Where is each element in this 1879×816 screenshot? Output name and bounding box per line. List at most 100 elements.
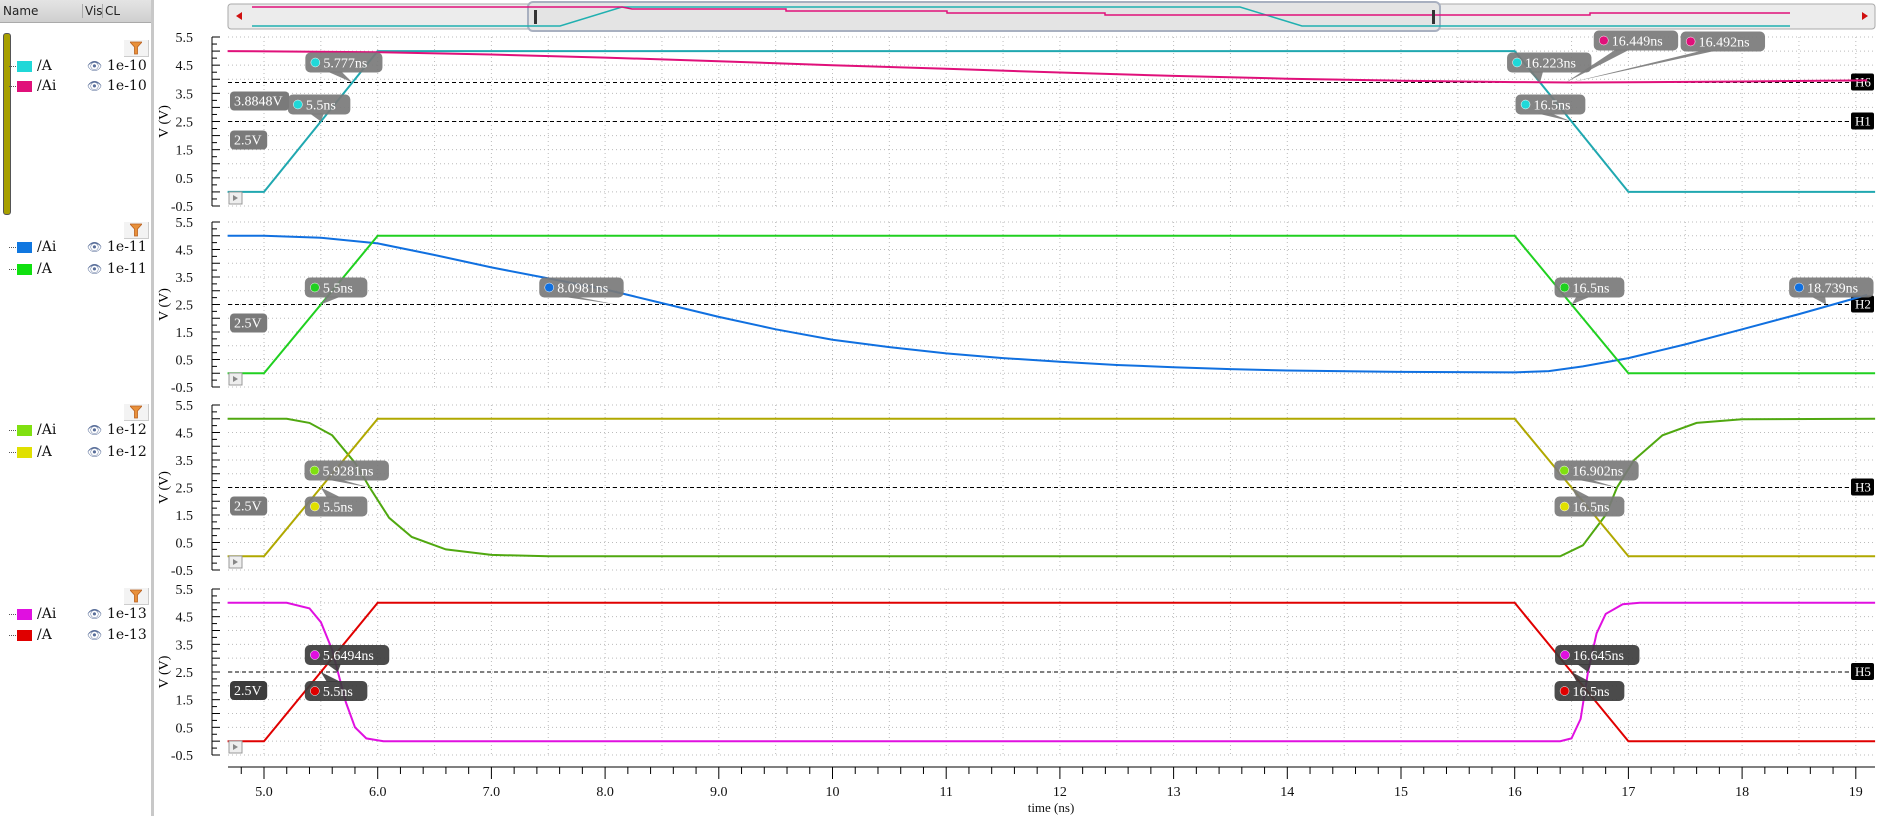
point-marker-bubble[interactable]: 5.5ns [304, 672, 368, 701]
x-tick-label: 18 [1735, 785, 1749, 800]
marker-value-label: 2.5V [230, 496, 268, 516]
marker-value-text: 3.8848V [234, 94, 283, 109]
point-marker-bubble[interactable]: 5.9281ns [304, 460, 389, 488]
point-marker-bubble[interactable]: 8.0981ns [539, 277, 624, 305]
strip-expand-button[interactable] [228, 372, 243, 386]
marker-tag-label: H3 [1855, 480, 1871, 495]
marker-tag-H3[interactable]: H3 [1851, 478, 1874, 496]
point-marker-bubble[interactable]: 5.5ns [304, 487, 368, 517]
marker-label: 16.902ns [1572, 465, 1623, 480]
marker-dot-icon [1559, 282, 1570, 293]
y-tick-label: -0.5 [171, 200, 193, 215]
y-tick-label: 0.5 [176, 537, 194, 552]
bubble-pointer [1529, 71, 1544, 83]
marker-tag-label: H2 [1855, 297, 1871, 312]
marker-label: 16.5ns [1573, 685, 1610, 700]
point-marker-bubble[interactable]: 5.5ns [287, 94, 351, 122]
marker-dot-icon [1559, 686, 1570, 696]
marker-label: 16.5ns [1573, 282, 1610, 297]
y-tick-label: 5.5 [176, 31, 194, 46]
marker-tag-H1[interactable]: H1 [1851, 112, 1874, 130]
waveform-strip-1[interactable]: 5.5 4.5 3.5 2.5 1.5 0.5 -0.5 V (V) H6 3.8848V H1 2.… [157, 30, 1876, 215]
marker-label: 5.5ns [306, 99, 336, 114]
marker-label: 5.5ns [323, 685, 353, 700]
x-tick-label: 15 [1394, 785, 1408, 800]
marker-dot-icon [1559, 501, 1570, 512]
marker-dot-icon [1520, 99, 1531, 110]
x-tick-label: 13 [1167, 785, 1181, 800]
waveform-plot[interactable]: 5.5 4.5 3.5 2.5 1.5 0.5 -0.5 V (V) H6 3.8848V H1 2.… [0, 0, 1879, 816]
marker-tag-label: H1 [1855, 114, 1871, 129]
x-tick-label: 7.0 [483, 785, 501, 800]
bubble-pointer [1571, 487, 1591, 498]
bubble-pointer [1571, 296, 1591, 305]
y-tick-label: 3.5 [176, 454, 194, 469]
marker-value-label: 3.8848V [230, 91, 290, 111]
y-axis-label: V (V) [157, 471, 172, 504]
marker-value-text: 2.5V [234, 684, 262, 699]
point-marker-bubble[interactable]: 5.777ns [305, 52, 383, 83]
marker-value-label: 2.5V [230, 130, 268, 150]
point-marker-bubble[interactable]: 5.6494ns [304, 645, 390, 672]
x-tick-label: 6.0 [369, 785, 387, 800]
point-marker-bubble[interactable]: 16.5ns [1515, 94, 1586, 122]
marker-tag-label: H5 [1855, 664, 1871, 679]
y-tick-label: 1.5 [176, 509, 194, 524]
strip-expand-button[interactable] [228, 555, 243, 569]
marker-dot-icon [293, 99, 303, 110]
y-tick-label: 1.5 [176, 326, 194, 341]
point-marker-bubble[interactable]: 16.223ns [1507, 52, 1592, 83]
y-tick-label: 0.5 [176, 721, 194, 736]
point-marker-bubble[interactable]: 16.5ns [1554, 672, 1625, 701]
overview-scrollbar[interactable] [227, 1, 1876, 32]
bubble-pointer [320, 296, 341, 305]
y-tick-label: -0.5 [171, 564, 193, 579]
viewport-right-handle[interactable] [1432, 10, 1435, 24]
marker-dot-icon [1560, 650, 1570, 660]
marker-dot-icon [310, 282, 320, 293]
marker-tag-H5[interactable]: H5 [1851, 663, 1874, 680]
strip-expand-button[interactable] [228, 740, 243, 754]
bubble-pointer [561, 296, 617, 305]
marker-value-text: 2.5V [234, 134, 262, 149]
y-tick-label: -0.5 [171, 381, 193, 396]
y-tick-label: 3.5 [176, 638, 194, 653]
y-tick-label: 2.5 [176, 482, 194, 497]
marker-label: 5.9281ns [323, 465, 374, 480]
marker-value-text: 2.5V [234, 500, 262, 515]
marker-value-text: 2.5V [234, 317, 262, 332]
point-marker-bubble[interactable]: 5.5ns [304, 277, 368, 305]
marker-label: 18.739ns [1807, 282, 1858, 297]
point-marker-bubble[interactable]: 16.5ns [1554, 487, 1625, 517]
waveform-strip-2[interactable]: 5.5 4.5 3.5 2.5 1.5 0.5 -0.5 V (V) H2 2.5V 5.5ns 8.… [157, 216, 1876, 396]
viewport-left-handle[interactable] [534, 10, 537, 24]
marker-dot-icon [310, 686, 320, 696]
y-tick-label: 0.5 [176, 172, 194, 187]
strip-expand-button[interactable] [228, 191, 243, 205]
marker-label: 16.223ns [1525, 56, 1576, 71]
y-tick-label: 5.5 [176, 583, 194, 598]
y-tick-label: -0.5 [171, 749, 193, 764]
x-tick-label: 8.0 [596, 785, 614, 800]
point-marker-bubble[interactable]: 16.5ns [1554, 277, 1625, 305]
marker-dot-icon [544, 282, 555, 293]
marker-label: 16.449ns [1612, 34, 1663, 49]
marker-tag-H6[interactable]: H6 [1851, 73, 1874, 91]
waveform-strip-4[interactable]: 5.5 4.5 3.5 2.5 1.5 0.5 -0.5 V (V) H5 2.5V 5.6494n… [157, 583, 1876, 764]
y-tick-label: 4.5 [176, 611, 194, 626]
waveform-strip-3[interactable]: 5.5 4.5 3.5 2.5 1.5 0.5 -0.5 V (V) H3 2.5V 5.9281n… [157, 399, 1876, 579]
marker-label: 5.6494ns [323, 649, 374, 664]
marker-label: 16.645ns [1573, 649, 1624, 664]
bubble-pointer [320, 487, 341, 498]
bubble-pointer [327, 71, 353, 83]
bubble-pointer [1811, 296, 1827, 305]
marker-dot-icon [1559, 465, 1570, 476]
x-tick-label: 11 [939, 785, 952, 800]
y-tick-label: 2.5 [176, 299, 194, 314]
y-tick-label: 3.5 [176, 87, 194, 102]
y-tick-label: 2.5 [176, 666, 194, 681]
y-tick-label: 5.5 [176, 216, 194, 231]
trace-Ai[interactable] [227, 50, 1868, 84]
marker-label: 5.5ns [323, 501, 353, 516]
x-tick-label: 5.0 [255, 785, 273, 800]
